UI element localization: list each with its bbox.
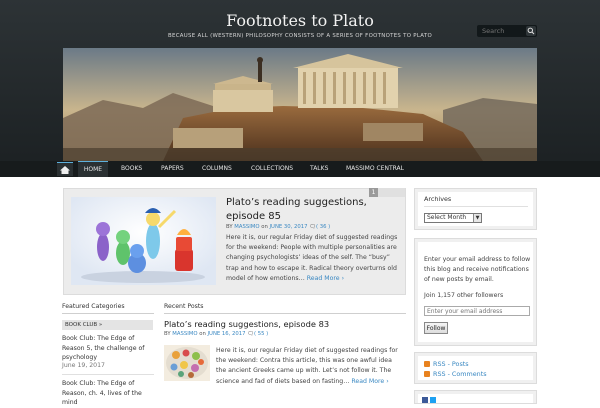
follow-blog-widget: Enter your email address to follow this … (414, 238, 537, 346)
nav-collections[interactable]: COLLECTIONS (251, 161, 293, 177)
featured-post-author[interactable]: MASSIMO (234, 224, 259, 230)
featured-read-more-link[interactable]: Read More › (307, 275, 344, 282)
rss-comments-link[interactable]: RSS - Comments (424, 370, 487, 378)
search-button[interactable] (526, 26, 536, 36)
archives-select-value: Select Month (427, 214, 467, 221)
rss-icon (424, 371, 430, 377)
meta-by-label: BY (226, 224, 233, 230)
archives-title: Archives (424, 195, 452, 203)
nav-home-icon-button[interactable] (57, 162, 73, 176)
recent-post-excerpt: Here it is, our regular Friday diet of s… (216, 346, 402, 387)
widget-body: RSS - Posts RSS - Comments (418, 356, 533, 380)
divider (62, 374, 154, 375)
featured-category-post-link[interactable]: Book Club: The Edge of Reason, ch. 4, li… (62, 379, 154, 408)
home-icon (60, 166, 70, 174)
featured-post-image[interactable] (71, 197, 216, 285)
featured-post-excerpt: Here it is, our regular Friday diet of s… (226, 233, 403, 284)
meta-on-label: on (261, 224, 268, 230)
comment-icon: 🗨 (247, 331, 254, 337)
twitter-icon (430, 397, 436, 403)
recent-read-more-link[interactable]: Read More › (351, 378, 388, 385)
follower-count: Join 1,157 other followers (424, 292, 504, 299)
rss-posts-link[interactable]: RSS - Posts (424, 360, 469, 368)
header-image-acropolis (63, 48, 537, 161)
follow-button[interactable]: Follow (424, 322, 448, 334)
meta-by-label: BY (164, 331, 171, 337)
rss-posts-label: RSS - Posts (433, 360, 469, 368)
featured-post-title[interactable]: Plato’s reading suggestions, episode 85 (226, 196, 402, 224)
featured-post-comments[interactable]: ( 36 ) (316, 224, 330, 230)
rss-icon (424, 361, 430, 367)
facebook-icon (422, 397, 428, 403)
search-icon (527, 27, 535, 35)
featured-categories-heading: Featured Categories (62, 303, 125, 310)
rss-comments-label: RSS - Comments (433, 370, 487, 378)
archives-widget: Archives Select Month ▼ (414, 188, 537, 230)
search-box (477, 25, 537, 37)
nav-columns[interactable]: COLUMNS (202, 161, 232, 177)
featured-slider: 1 2 3 4 Plato’s reading suggestions, epi… (63, 188, 406, 295)
divider (424, 206, 528, 207)
recent-post-comments[interactable]: ( 55 ) (254, 331, 268, 337)
archives-select[interactable]: Select Month ▼ (424, 213, 482, 223)
recent-post-title[interactable]: Plato’s reading suggestions, episode 83 (164, 319, 329, 329)
nav-books[interactable]: BOOKS (121, 161, 142, 177)
search-input[interactable] (477, 25, 525, 37)
social-widget (414, 390, 537, 404)
main-nav: HOME BOOKS PAPERS COLUMNS COLLECTIONS TA… (0, 161, 600, 177)
chevron-down-icon: ▼ (473, 214, 481, 222)
nav-papers[interactable]: PAPERS (161, 161, 184, 177)
recent-posts-rule (164, 313, 406, 314)
recent-post-author[interactable]: MASSIMO (172, 331, 197, 337)
featured-categories-rule (62, 313, 154, 314)
follow-description: Enter your email address to follow this … (424, 256, 531, 284)
recent-post-meta: BY MASSIMO on JUNE 16, 2017 🗨( 55 ) (164, 331, 268, 337)
meta-on-label: on (199, 331, 206, 337)
widget-body (418, 394, 533, 403)
featured-category-post-link[interactable]: Book Club: The Edge of Reason 5, the cha… (62, 334, 154, 363)
nav-talks[interactable]: TALKS (310, 161, 328, 177)
recent-post-date[interactable]: JUNE 16, 2017 (208, 331, 246, 337)
featured-post-meta: BY MASSIMO on JUNE 30, 2017 🗨( 36 ) (226, 224, 330, 230)
recent-post-thumbnail[interactable] (164, 345, 210, 381)
widget-body: Enter your email address to follow this … (418, 242, 533, 342)
category-badge-book-club[interactable]: BOOK CLUB » (62, 320, 153, 330)
comment-icon: 🗨 (309, 224, 316, 230)
featured-category-post-date: June 19, 2017 (62, 362, 105, 369)
site-header: Footnotes to Plato BECAUSE ALL (WESTERN)… (0, 0, 600, 177)
email-field[interactable] (424, 306, 530, 316)
nav-massimo-central[interactable]: MASSIMO CENTRAL (346, 161, 404, 177)
social-icons (422, 397, 436, 403)
nav-home[interactable]: HOME (78, 161, 108, 177)
rss-widget: RSS - Posts RSS - Comments (414, 352, 537, 384)
featured-post-date[interactable]: JUNE 30, 2017 (270, 224, 308, 230)
recent-posts-heading: Recent Posts (164, 303, 204, 310)
widget-body: Archives Select Month ▼ (418, 192, 533, 226)
